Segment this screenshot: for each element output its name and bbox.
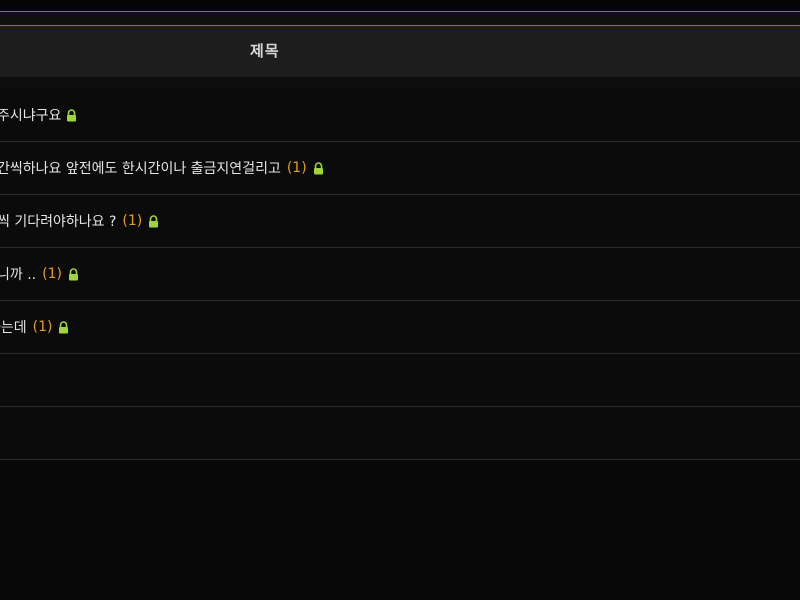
comment-count: (1) [286, 160, 307, 176]
lock-icon [148, 214, 159, 228]
lock-icon [68, 267, 79, 281]
comment-count: (1) [32, 319, 53, 335]
lock-icon [313, 161, 324, 175]
table-row [0, 407, 800, 460]
table-header: 제목 [0, 26, 800, 77]
table-row [0, 354, 800, 407]
post-title-link[interactable]: 하는데 [0, 317, 27, 337]
table-header-spacer [0, 77, 800, 89]
table-row[interactable]: 씩 기다려야하나요 ? (1) [0, 195, 800, 248]
table-row[interactable]: 니까 .. (1) [0, 248, 800, 301]
column-header-title: 제목 [250, 42, 280, 60]
table-row[interactable]: 하는데 (1) [0, 301, 800, 354]
lock-icon [58, 320, 69, 334]
comment-count: (1) [122, 213, 143, 229]
post-title-link[interactable]: 니까 .. [0, 264, 36, 284]
comment-count: (1) [42, 266, 62, 282]
post-list: 주시냐구요 간씩하나요 앞전에도 한시간이나 출금지연걸리고 (1) 씩 기다려… [0, 89, 800, 460]
post-title-link[interactable]: 간씩하나요 앞전에도 한시간이나 출금지연걸리고 [0, 158, 281, 178]
post-title-link[interactable]: 주시냐구요 [0, 105, 61, 125]
header-gap [0, 12, 800, 25]
table-row[interactable]: 간씩하나요 앞전에도 한시간이나 출금지연걸리고 (1) [0, 142, 800, 195]
table-row[interactable]: 주시냐구요 [0, 89, 800, 142]
post-title-link[interactable]: 씩 기다려야하나요 ? [0, 211, 116, 231]
lock-icon [66, 108, 77, 122]
top-bar [0, 0, 800, 11]
